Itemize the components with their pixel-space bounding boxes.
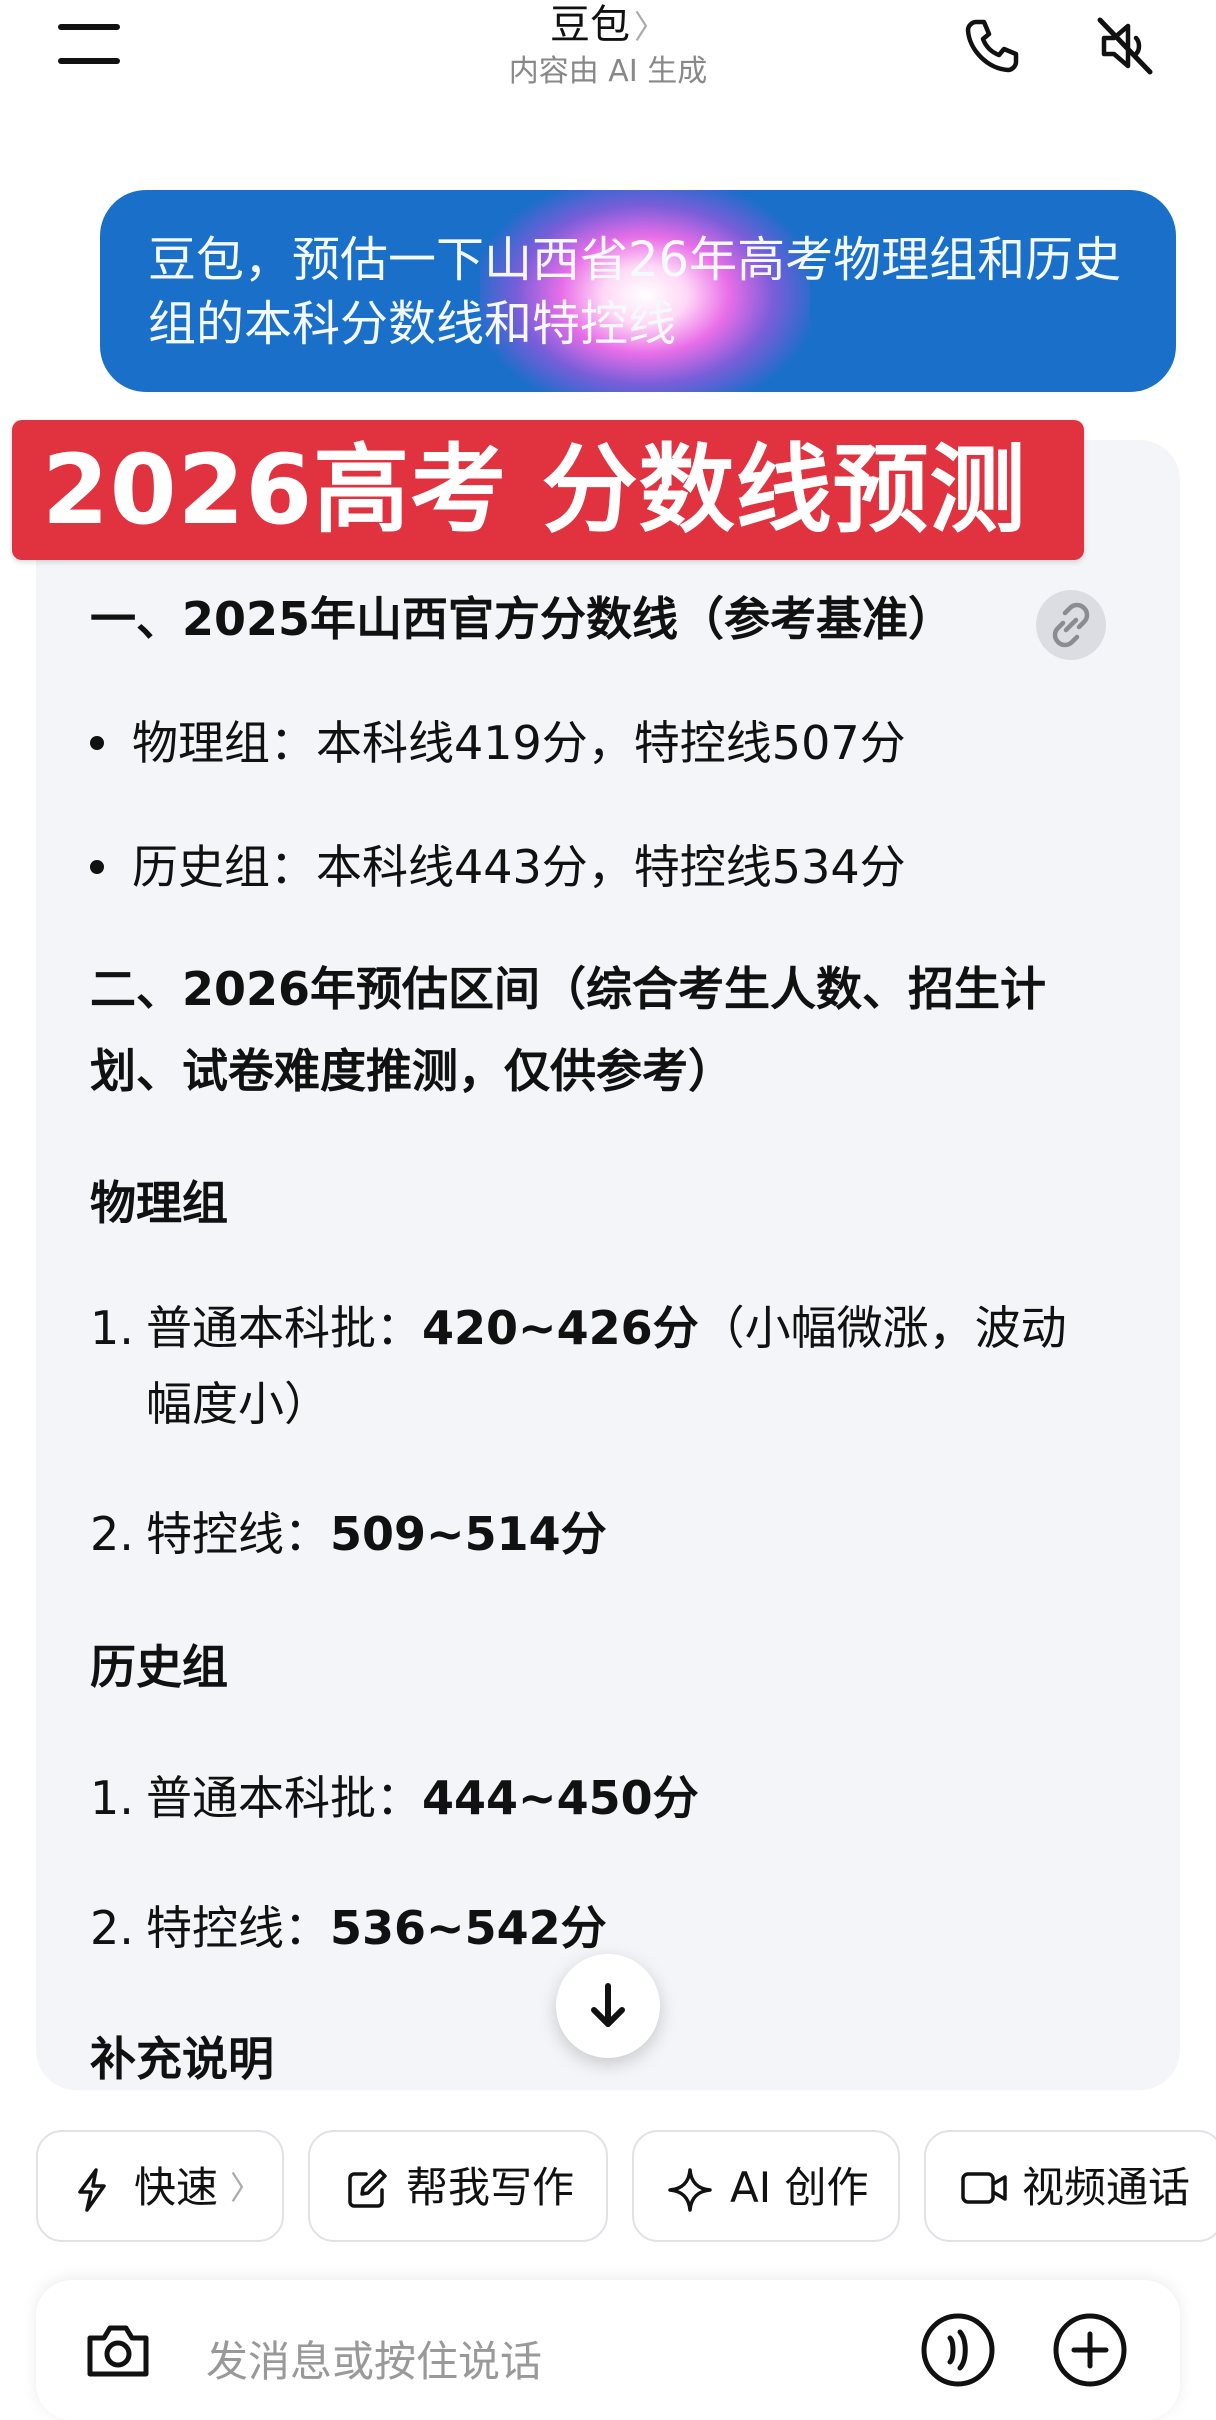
- title-chevron-icon: 〉: [633, 8, 666, 46]
- item-value: 509~514分: [330, 1507, 607, 1561]
- chip-label: 视频通话: [1022, 2163, 1191, 2212]
- item-label: 普通本科批：: [146, 1301, 422, 1355]
- ai-generated-note: 内容由 AI 生成: [508, 54, 708, 89]
- app-title[interactable]: 豆包: [550, 2, 630, 48]
- chip-help-write[interactable]: 帮我写作: [308, 2130, 608, 2242]
- user-message-bubble[interactable]: 豆包，预估一下山西省26年高考物理组和历史组的本科分数线和特控线: [100, 190, 1176, 392]
- chip-label: 快速: [134, 2163, 219, 2212]
- sparkle-icon: [668, 2168, 712, 2212]
- chip-label: 帮我写作: [406, 2163, 575, 2212]
- banner-text: 2026高考 分数线预测: [42, 434, 1027, 546]
- top-bar: 豆包〉 内容由 AI 生成: [0, 0, 1216, 120]
- list-item: 1. 普通本科批：444~450分: [90, 1760, 1130, 1836]
- chevron-right-icon: 〉: [230, 2169, 263, 2207]
- overlay-banner: 2026高考 分数线预测: [12, 420, 1084, 560]
- item-label: 特控线：: [146, 1901, 330, 1955]
- item-number: 2.: [90, 1901, 134, 1955]
- message-input-bar[interactable]: 发消息或按住说话: [36, 2280, 1180, 2420]
- item-note: （小幅微涨，波动: [698, 1301, 1067, 1355]
- scroll-to-bottom-button[interactable]: [556, 1954, 660, 2058]
- section-title-2026: 二、2026年预估区间（综合考生人数、招生计划、试卷难度推测，仅供参考）: [90, 962, 1047, 1098]
- chip-label: AI 创作: [730, 2163, 869, 2212]
- item-label: 特控线：: [146, 1507, 330, 1561]
- item-value: 420~426分: [422, 1301, 699, 1355]
- item-value: 536~542分: [330, 1901, 607, 1955]
- chip-ai-create[interactable]: AI 创作: [632, 2130, 900, 2242]
- physics-heading: 物理组: [90, 1176, 228, 1230]
- link-button[interactable]: [1036, 590, 1106, 660]
- bullet-text-history: 历史组：本科线443分，特控线534分: [132, 840, 906, 894]
- item-number: 2.: [90, 1507, 134, 1561]
- ai-answer-card: [36, 440, 1180, 2090]
- link-icon: [1052, 602, 1090, 648]
- edit-icon: [348, 2169, 387, 2208]
- camera-icon[interactable]: [82, 2320, 154, 2380]
- phone-icon[interactable]: [960, 14, 1024, 78]
- item-value: 444~450分: [422, 1771, 699, 1825]
- add-icon[interactable]: [1052, 2312, 1128, 2388]
- menu-icon[interactable]: [58, 24, 120, 68]
- item-label: 普通本科批：: [146, 1771, 422, 1825]
- chip-video-call[interactable]: 视频通话: [924, 2130, 1216, 2242]
- message-input[interactable]: 发消息或按住说话: [206, 2328, 542, 2389]
- list-item: 1. 普通本科批：420~426分（小幅微涨，波动 幅度小）: [90, 1290, 1130, 1442]
- item-number: 1.: [90, 1301, 134, 1355]
- item-note-continued: 幅度小）: [146, 1377, 330, 1431]
- item-number: 1.: [90, 1771, 134, 1825]
- video-icon: [961, 2172, 1007, 2204]
- lightning-icon: [78, 2168, 106, 2212]
- arrow-down-icon: [591, 1983, 625, 2027]
- bullet-text-physics: 物理组：本科线419分，特控线507分: [132, 716, 906, 770]
- speaker-mute-icon[interactable]: [1092, 14, 1156, 78]
- voice-input-icon[interactable]: [920, 2312, 996, 2388]
- list-item: 2. 特控线：509~514分: [90, 1496, 1130, 1572]
- section-title-2025: 一、2025年山西官方分数线（参考基准）: [90, 592, 955, 646]
- list-item: 历史组：本科线443分，特控线534分: [90, 826, 906, 908]
- history-heading: 历史组: [90, 1640, 228, 1694]
- chat-title[interactable]: 豆包〉 内容由 AI 生成: [408, 0, 808, 92]
- chip-fast-mode[interactable]: 快速 〉: [36, 2130, 284, 2242]
- bullet-icon: [90, 859, 104, 874]
- user-message-text: 豆包，预估一下山西省26年高考物理组和历史组的本科分数线和特控线: [148, 232, 1122, 352]
- quick-actions: 快速 〉 帮我写作 AI 创作 视频通话: [0, 2130, 1216, 2246]
- bullet-icon: [90, 735, 104, 750]
- list-item: 物理组：本科线419分，特控线507分: [90, 702, 906, 784]
- supplement-heading: 补充说明: [90, 2032, 274, 2086]
